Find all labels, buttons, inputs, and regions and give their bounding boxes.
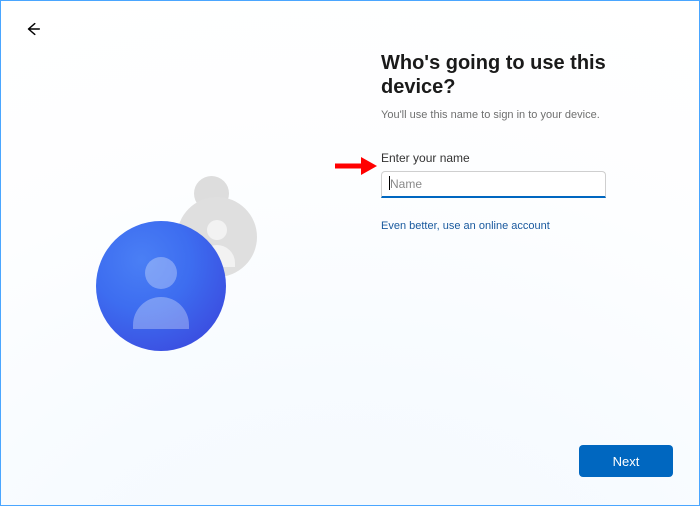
back-button[interactable]: [23, 19, 43, 39]
oobe-window: Who's going to use this device? You'll u…: [0, 0, 700, 506]
back-arrow-icon: [24, 20, 42, 38]
decorative-avatar-large: [96, 221, 226, 351]
annotation-arrow-icon: [333, 153, 377, 179]
name-field-label: Enter your name: [381, 151, 667, 165]
next-button[interactable]: Next: [579, 445, 673, 477]
page-title: Who's going to use this device?: [381, 51, 667, 99]
content-panel: Who's going to use this device? You'll u…: [381, 51, 667, 234]
online-account-link[interactable]: Even better, use an online account: [381, 220, 550, 232]
page-subtitle: You'll use this name to sign in to your …: [381, 109, 667, 121]
avatar-head-icon: [207, 220, 227, 240]
name-input[interactable]: [381, 171, 606, 198]
input-caret-icon: [389, 176, 390, 190]
name-input-wrap: [381, 171, 606, 198]
avatar-head-icon: [145, 257, 177, 289]
avatar-body-icon: [133, 297, 189, 329]
